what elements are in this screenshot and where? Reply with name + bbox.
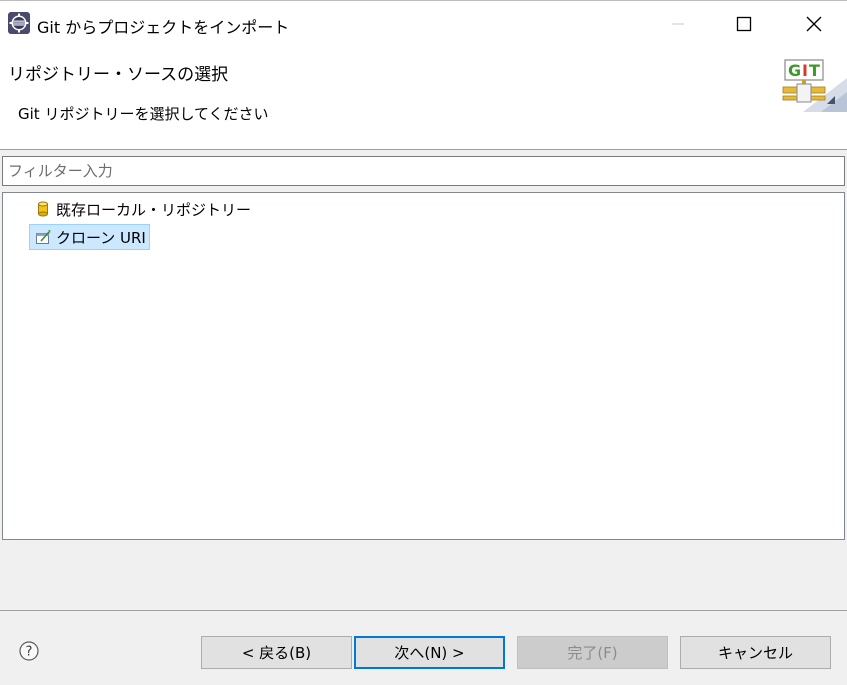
minimize-icon xyxy=(672,23,684,25)
tree-item-label: クローン URI xyxy=(56,228,146,247)
window-title: Git からプロジェクトをインポート xyxy=(37,18,290,37)
filter-input[interactable] xyxy=(2,156,845,186)
git-logo-icon: G I T xyxy=(782,59,847,112)
next-button[interactable]: 次へ(N) > xyxy=(354,636,505,669)
minimize-button[interactable] xyxy=(642,1,714,47)
close-button[interactable] xyxy=(778,1,847,47)
svg-text:G: G xyxy=(788,61,801,80)
eclipse-gear-icon xyxy=(8,12,30,34)
git-logo-text: GIT xyxy=(0,46,1,47)
cancel-button[interactable]: キャンセル xyxy=(680,636,831,669)
tree-item-existing-local-repository[interactable]: 既存ローカル・リポジトリー xyxy=(32,196,255,222)
tree-item-label: 既存ローカル・リポジトリー xyxy=(56,200,252,219)
maximize-icon xyxy=(736,16,752,32)
wizard-description: Git リポジトリーを選択してください xyxy=(18,105,269,123)
close-icon xyxy=(806,16,822,32)
back-button[interactable]: < 戻る(B) xyxy=(201,636,352,669)
svg-text:T: T xyxy=(809,61,820,80)
svg-text:I: I xyxy=(802,61,808,80)
clone-uri-icon xyxy=(34,228,52,246)
tree-item-clone-uri[interactable]: クローン URI xyxy=(29,224,150,250)
maximize-button[interactable] xyxy=(708,1,780,47)
help-icon[interactable]: ? xyxy=(19,641,39,661)
repository-cylinder-icon xyxy=(34,200,52,218)
button-bar-separator xyxy=(0,610,847,611)
window-titlebar: Git からプロジェクトをインポート xyxy=(0,0,847,46)
repository-source-tree[interactable]: 既存ローカル・リポジトリー クローン URI xyxy=(2,192,845,540)
wizard-title: リポジトリー・ソースの選択 xyxy=(8,65,229,85)
svg-text:?: ? xyxy=(26,645,33,660)
finish-button[interactable]: 完了(F) xyxy=(517,636,668,669)
wizard-header: リポジトリー・ソースの選択 Git リポジトリーを選択してください G I T … xyxy=(0,46,847,150)
